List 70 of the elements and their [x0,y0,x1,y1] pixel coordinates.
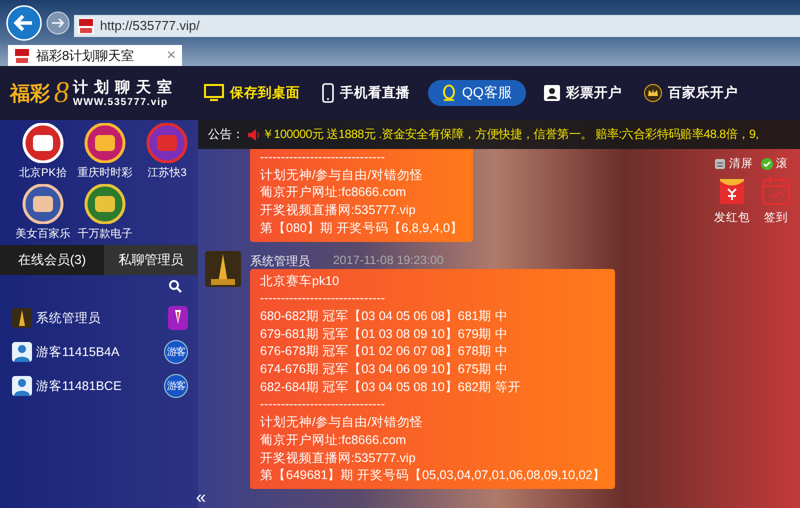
message-line: 葡京开户网址:fc8666.com [260,184,408,202]
notice-text: ￥100000元 送1888元 .资金安全有保障，方便快捷，信誉第一。 赔率:六合彩特码赔率48.8倍，9, [262,126,759,143]
logo-brand: 福彩 [10,80,50,106]
game-logo-icon [22,184,64,224]
tower-avatar-icon [205,250,241,287]
close-button[interactable]: × [166,46,176,64]
guest-badge: 游客 [164,374,188,398]
logo-url: WWW.535777.vip [73,97,170,108]
site-logo-icon [78,18,94,34]
tab-title: 福彩8计划聊天室 [36,46,136,64]
member-name[interactable]: 游客11481BCE [36,378,160,394]
crown-icon [644,84,662,102]
monitor-icon [204,84,224,102]
address-bar[interactable]: http://535777.vip/ [74,14,800,36]
message-line: 开奖视频直播网:535777.vip [260,450,417,467]
message-line: 计划无神/参与自由/对错勿怪 [260,166,424,184]
message-line: 680-682期 冠军【03 04 05 06 08】681期 中 [260,308,510,325]
logo-title: 计划聊天室 [73,78,178,97]
message-line: ------------------------------ [260,396,386,414]
message-line: ------------------------------ [260,290,386,308]
message-line: ------------------------------ [260,149,386,166]
browser-tab[interactable]: 福彩8计划聊天室 × [8,45,182,66]
clear-screen-button[interactable]: 清屏 [714,156,753,171]
screen-icon [714,158,726,170]
user-avatar-icon [12,376,32,396]
collapse-button[interactable]: « [196,487,206,508]
nav-link[interactable]: 彩票开户 [544,84,622,102]
message-line: 葡京开户网址:fc8666.com [260,432,408,449]
logo-digit: 8 [54,78,69,108]
scroll-toggle[interactable]: 滚 [761,156,788,171]
message-line: 第【649681】期 开奖号码【05,03,04,07,01,06,08,09,10,02】 [260,467,606,484]
game-link[interactable]: 美女百家乐 [12,184,74,241]
message-line: 682-684期 冠军【03 04 05 08 10】682期 等开 [260,378,522,396]
message-line: 674-676期 冠军【03 04 06 09 10】675期 中 [260,361,510,378]
nav-link[interactable]: 百家乐开户 [644,84,738,102]
phone-icon [322,83,334,103]
sender-name: 系统管理员 [250,252,310,270]
message-time: 2017-11-08 19:23:00 [333,252,444,267]
tower-avatar-icon [12,308,32,328]
game-link[interactable]: 重庆时时彩 [74,123,136,180]
message-line: 第【080】期 开奖号码【6,8,9,4,0】 [260,220,463,237]
message-line: 679-681期 冠军【01 03 08 09 10】679期 中 [260,326,510,343]
user-icon [544,85,560,101]
message-line: 676-678期 冠军【01 02 06 07 08】678期 中 [260,343,510,360]
game-logo-icon [84,123,126,163]
nav-link[interactable]: 手机看直播 [322,83,410,103]
game-logo-icon [22,123,64,163]
notice-label: 公告： [208,126,244,143]
sign-in-button[interactable]: 签到 [758,175,794,225]
message-line: 北京赛车pk10 [260,272,340,290]
game-link[interactable]: 江苏快3 [136,123,198,180]
sidebar-tab[interactable]: 在线会员(3) [0,245,104,275]
sidebar-tab[interactable]: 私聊管理员 [104,245,198,275]
game-link[interactable]: 千万款电子 [74,184,136,241]
game-link[interactable]: 北京PK拾 [12,123,74,180]
nav-link[interactable]: 保存到桌面 [204,84,300,102]
site-logo-icon [14,48,30,64]
speaker-icon [247,128,259,142]
game-logo-icon [84,184,126,224]
calendar-icon [762,175,790,205]
game-logo-icon [146,123,188,163]
guest-badge: 游客 [164,340,188,364]
search-icon[interactable] [168,279,182,293]
url-text: http://535777.vip/ [100,18,200,33]
message-line: 开奖视频直播网:535777.vip [260,202,417,220]
member-name[interactable]: 游客11415B4A [36,344,160,360]
message-line: 计划无神/参与自由/对错勿怪 [260,414,424,432]
member-name[interactable]: 系统管理员 [36,310,164,326]
user-avatar-icon [12,342,32,362]
gift-packet-button[interactable]: 发红包 [714,175,750,225]
